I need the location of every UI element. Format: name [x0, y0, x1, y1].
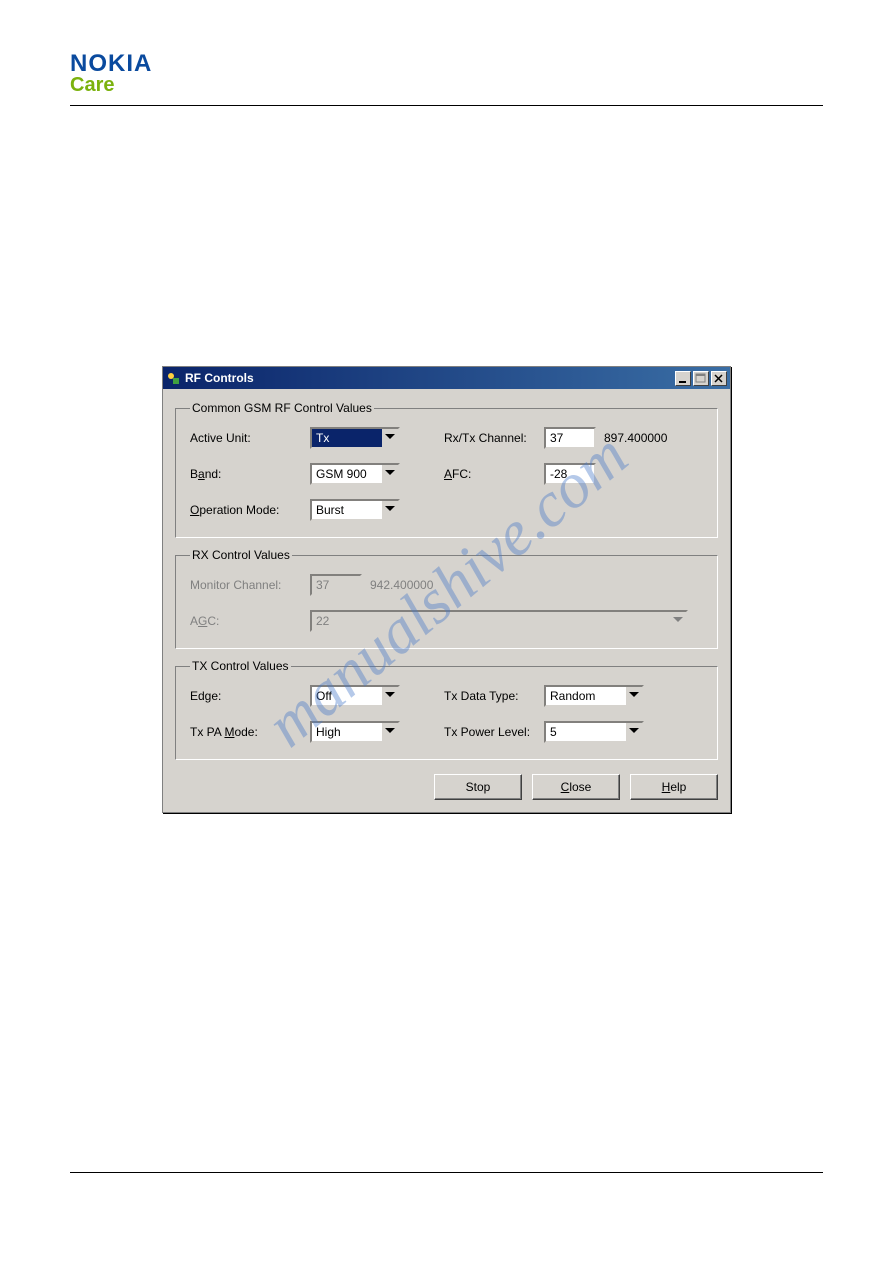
chevron-down-icon[interactable] [382, 685, 400, 707]
close-button[interactable] [711, 371, 727, 386]
edge-combo[interactable] [310, 685, 400, 707]
rxtx-freq-text: 897.400000 [604, 431, 667, 445]
tx-pa-mode-label: Tx PA Mode: [190, 725, 258, 739]
edge-value[interactable] [310, 685, 382, 707]
tx-data-type-combo[interactable] [544, 685, 644, 707]
afc-input[interactable] [544, 463, 596, 485]
help-button[interactable]: Help [630, 774, 718, 800]
tx-data-type-label: Tx Data Type: [444, 689, 518, 703]
active-unit-combo[interactable] [310, 427, 400, 449]
app-icon [166, 371, 181, 386]
chevron-down-icon[interactable] [382, 499, 400, 521]
minimize-button[interactable] [675, 371, 691, 386]
page-header: NOKIA Care [70, 50, 823, 106]
tx-pa-mode-value[interactable] [310, 721, 382, 743]
tx-control-legend: TX Control Values [190, 659, 291, 673]
agc-value [310, 610, 670, 632]
monitor-channel-input [310, 574, 362, 596]
chevron-down-icon [670, 610, 688, 632]
rxtx-channel-label: Rx/Tx Channel: [444, 431, 527, 445]
maximize-button[interactable] [693, 371, 709, 386]
chevron-down-icon[interactable] [382, 721, 400, 743]
tx-pa-mode-combo[interactable] [310, 721, 400, 743]
header-rule [70, 105, 823, 106]
edge-label: Edge: [190, 689, 221, 703]
common-gsm-legend: Common GSM RF Control Values [190, 401, 374, 415]
footer-rule [70, 1172, 823, 1173]
monitor-channel-label: Monitor Channel: [190, 578, 281, 592]
rxtx-channel-input[interactable] [544, 427, 596, 449]
agc-label: AGC: [190, 614, 219, 628]
tx-power-level-label: Tx Power Level: [444, 725, 530, 739]
band-value[interactable] [310, 463, 382, 485]
operation-mode-combo[interactable] [310, 499, 400, 521]
care-logo-text: Care [70, 74, 823, 97]
chevron-down-icon[interactable] [382, 427, 400, 449]
tx-power-level-combo[interactable] [544, 721, 644, 743]
afc-label: AFC: [444, 467, 471, 481]
band-label: Band: [190, 467, 221, 481]
common-gsm-group: Common GSM RF Control Values Active Unit… [175, 401, 718, 538]
agc-combo [310, 610, 688, 632]
stop-button[interactable]: Stop [434, 774, 522, 800]
monitor-freq-text: 942.400000 [370, 578, 433, 592]
active-unit-label: Active Unit: [190, 431, 251, 445]
chevron-down-icon[interactable] [626, 721, 644, 743]
tx-data-type-value[interactable] [544, 685, 626, 707]
rx-control-group: RX Control Values Monitor Channel: 942.4… [175, 548, 718, 649]
chevron-down-icon[interactable] [382, 463, 400, 485]
operation-mode-value[interactable] [310, 499, 382, 521]
rf-controls-window: manualshive.com RF Controls Common GSM R… [162, 366, 731, 813]
rx-control-legend: RX Control Values [190, 548, 292, 562]
titlebar: RF Controls [163, 367, 730, 389]
active-unit-value[interactable] [310, 427, 382, 449]
band-combo[interactable] [310, 463, 400, 485]
window-title: RF Controls [185, 371, 675, 385]
tx-control-group: TX Control Values Edge: Tx Data Type: [175, 659, 718, 760]
chevron-down-icon[interactable] [626, 685, 644, 707]
operation-mode-label: Operation Mode: [190, 503, 279, 517]
close-dialog-button[interactable]: Close [532, 774, 620, 800]
tx-power-level-value[interactable] [544, 721, 626, 743]
